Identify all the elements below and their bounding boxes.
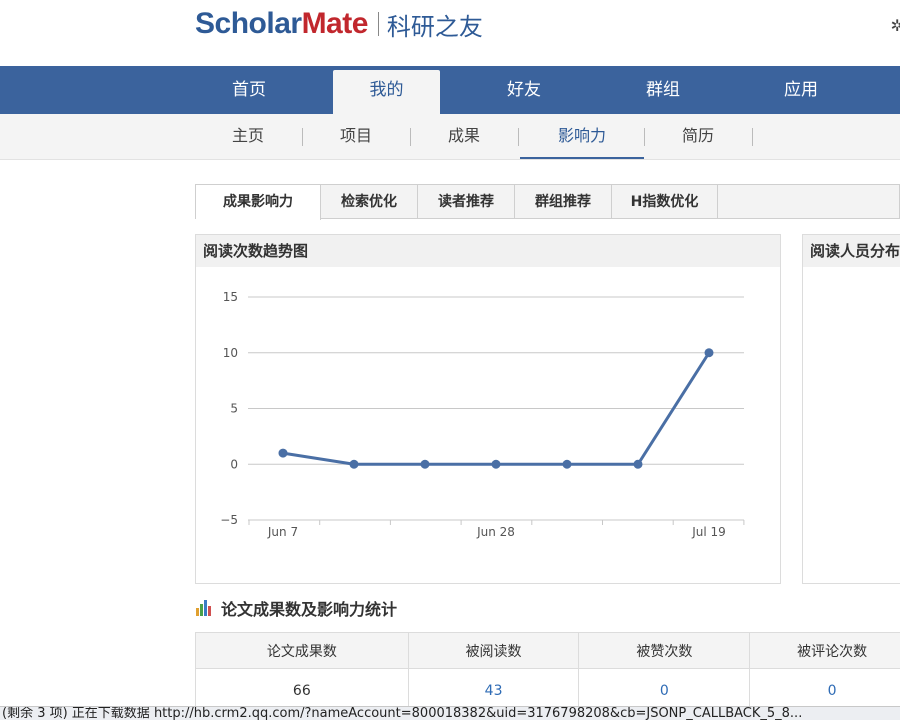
tab-group-recommendation[interactable]: 群组推荐	[515, 185, 612, 219]
nav-friends[interactable]: 好友	[464, 66, 584, 114]
header-like-count: 被赞次数	[578, 632, 751, 669]
logo-divider	[377, 12, 379, 36]
reader-distribution-title: 阅读人员分布	[803, 235, 900, 267]
data-point[interactable]	[349, 459, 359, 469]
header-paper-count: 论文成果数	[195, 632, 409, 669]
y-tick-label: 5	[230, 402, 238, 416]
data-point[interactable]	[562, 459, 572, 469]
scholarmate-logo[interactable]: ScholarMate 科研之友	[195, 6, 483, 42]
logo-english-text: ScholarMate	[195, 7, 368, 40]
y-tick-label: 15	[223, 290, 238, 304]
header-read-count: 被阅读数	[407, 632, 580, 669]
data-point[interactable]	[633, 459, 643, 469]
subnav-projects[interactable]: 项目	[320, 114, 392, 159]
x-tick-label: Jun 7	[267, 525, 298, 539]
x-tick-label: Jun 28	[476, 525, 515, 539]
nav-groups[interactable]: 群组	[603, 66, 723, 114]
stats-table: 论文成果数 被阅读数 被赞次数 被评论次数 66 43 0 0	[195, 632, 900, 713]
data-point[interactable]	[420, 459, 430, 469]
tab-output-influence[interactable]: 成果影响力	[196, 185, 321, 220]
stats-title-text: 论文成果数及影响力统计	[221, 600, 398, 619]
subnav-outputs[interactable]: 成果	[428, 114, 500, 159]
nav-mine[interactable]: 我的	[333, 70, 440, 114]
subnav-divider	[752, 128, 753, 146]
reader-distribution-panel: 阅读人员分布	[802, 234, 900, 584]
header-comment-count: 被评论次数	[749, 632, 900, 669]
nav-home[interactable]: 首页	[189, 66, 309, 114]
table-header-row: 论文成果数 被阅读数 被赞次数 被评论次数	[195, 632, 900, 669]
y-tick-label: −5	[220, 513, 238, 527]
browser-status-bar: (剩余 3 项) 正在下载数据 http://hb.crm2.qq.com/?n…	[0, 706, 900, 720]
reading-trend-title: 阅读次数趋势图	[196, 235, 780, 267]
logo-chinese-text: 科研之友	[386, 12, 483, 41]
x-tick-label: Jul 19	[691, 525, 726, 539]
y-tick-label: 10	[223, 346, 238, 360]
nav-apps[interactable]: 应用	[741, 66, 861, 114]
subnav-resume[interactable]: 简历	[662, 114, 734, 159]
tab-search-optimization[interactable]: 检索优化	[321, 185, 418, 219]
reading-trend-chart: 15 10 5 0 −5 Jun 7 Jun 28 Jul 19	[220, 290, 745, 539]
reading-trend-panel: 阅读次数趋势图 15 10 5 0 −5 Jun 7 Jun 28 Jul 19	[195, 234, 781, 584]
stats-section-title: 论文成果数及影响力统计	[195, 596, 397, 620]
bar-chart-icon	[195, 600, 213, 616]
data-point[interactable]	[278, 448, 288, 458]
subnav-divider	[644, 128, 645, 146]
tab-h-index-optimization[interactable]: H指数优化	[612, 185, 718, 219]
page: ScholarMate 科研之友 ✲ 首页 我的 好友 群组 应用 主页 项目 …	[0, 0, 900, 720]
header-cut-off-icon[interactable]: ✲	[891, 16, 900, 35]
tab-reader-recommendation[interactable]: 读者推荐	[418, 185, 515, 219]
data-point[interactable]	[491, 459, 501, 469]
y-tick-label: 0	[230, 457, 238, 471]
data-point[interactable]	[704, 348, 714, 358]
subnav-divider	[518, 128, 519, 146]
subnav-divider	[302, 128, 303, 146]
main-navigation: 首页 我的 好友 群组 应用	[0, 66, 900, 114]
subnav-homepage[interactable]: 主页	[212, 114, 284, 159]
subnav-divider	[410, 128, 411, 146]
influence-tabs: 成果影响力 检索优化 读者推荐 群组推荐 H指数优化	[195, 184, 900, 220]
subnav-influence[interactable]: 影响力	[520, 114, 644, 159]
sub-navigation: 主页 项目 成果 影响力 简历	[0, 114, 900, 160]
